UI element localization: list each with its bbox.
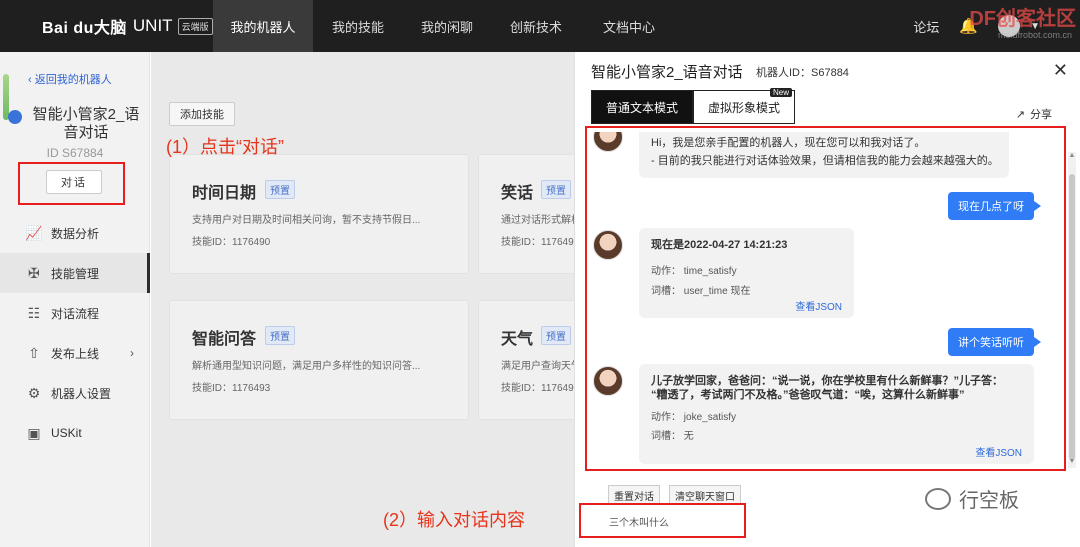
sidebar-item-analytics[interactable]: 📈 数据分析	[0, 213, 150, 253]
main-content: 添加技能 时间日期 预置 支持用户对日期及时间相关问询，暂不支持节假日... 技…	[151, 52, 588, 547]
skill-card[interactable]: 天气 预置 满足用户查询天气 技能ID：117649	[478, 300, 588, 420]
scroll-down-icon[interactable]: ▼	[1068, 458, 1076, 468]
share-icon: ↗	[1015, 108, 1025, 121]
edition-badge: 云端版	[177, 17, 213, 35]
reset-dialog-button[interactable]: 重置对话	[608, 485, 660, 505]
sidebar-item-label: USKit	[51, 426, 82, 440]
nav-my-robots[interactable]: 我的机器人	[213, 0, 313, 52]
publish-icon: ⇧	[28, 344, 40, 361]
skill-card[interactable]: 笑话 预置 通过对话形式解析 技能ID：117649	[478, 154, 588, 274]
dfrobot-watermark-url: mc.dfrobot.com.cn	[997, 30, 1072, 40]
chat-scrollbar[interactable]: ▲ ▼	[1068, 152, 1076, 468]
wechat-watermark: 行空板	[925, 484, 1019, 513]
tab-text-mode[interactable]: 普通文本模式	[591, 90, 694, 124]
clear-chat-button[interactable]: 清空聊天窗口	[669, 485, 741, 505]
scroll-up-icon[interactable]: ▲	[1068, 152, 1076, 162]
highlight-box-dialog	[18, 162, 125, 205]
back-link-label: 返回我的机器人	[34, 74, 112, 86]
nav-innovation[interactable]: 创新技术	[491, 0, 581, 52]
skill-card[interactable]: 时间日期 预置 支持用户对日期及时间相关问询，暂不支持节假日... 技能ID：1…	[169, 154, 469, 274]
sidebar-item-flow[interactable]: ☷ 对话流程	[0, 293, 150, 333]
skill-id: 技能ID：117649	[501, 237, 574, 248]
sidebar-item-label: 数据分析	[51, 226, 100, 241]
annotation-step1: (1）点击“对话”	[166, 137, 284, 157]
watermark-text: 行空板	[959, 490, 1019, 512]
top-navbar: Bai du大脑 UNIT 云端版 我的机器人 我的技能 我的闲聊 创新技术 文…	[0, 0, 1080, 52]
skill-desc: 满足用户查询天气	[501, 361, 581, 372]
tab-avatar-mode[interactable]: 虚拟形象模式 New	[693, 88, 796, 124]
preset-tag: 预置	[541, 180, 571, 199]
skill-desc: 解析通用型知识问题，满足用户多样性的知识问答...	[192, 361, 421, 372]
close-icon[interactable]: ✕	[1053, 60, 1068, 81]
share-button[interactable]: ↗ 分享	[1016, 106, 1052, 122]
scroll-thumb[interactable]	[1069, 174, 1075, 460]
skill-id: 技能ID：1176493	[192, 383, 271, 394]
sidebar-item-publish[interactable]: ⇧ 发布上线 ›	[0, 333, 150, 373]
uskit-icon: ▣	[27, 424, 41, 441]
skill-title: 笑话	[501, 185, 534, 202]
nav-docs[interactable]: 文档中心	[581, 0, 677, 52]
skills-icon: ✠	[28, 264, 40, 281]
tab-avatar-label: 虚拟形象模式	[708, 100, 781, 115]
sidebar-item-label: 发布上线	[51, 346, 100, 361]
robot-name: 智能小管家2_语音对话	[32, 106, 140, 141]
skill-desc: 支持用户对日期及时间相关问询，暂不支持节假日...	[192, 215, 421, 226]
skill-desc: 通过对话形式解析	[501, 215, 581, 226]
sidebar-item-uskit[interactable]: ▣ USKit	[0, 413, 150, 453]
add-skill-button[interactable]: 添加技能	[169, 102, 235, 126]
nav-forum[interactable]: 论坛	[913, 0, 939, 52]
skill-title: 智能问答	[192, 331, 257, 348]
robot-id: ID S67884	[46, 146, 104, 160]
annotation-step2: (2）输入对话内容	[383, 510, 526, 530]
chevron-left-icon: ‹	[28, 74, 35, 86]
skill-title: 天气	[501, 331, 534, 348]
dfrobot-watermark: DF创客社区	[969, 8, 1076, 30]
chat-actions: 重置对话 清空聊天窗口	[608, 485, 741, 505]
nav-my-skills[interactable]: 我的技能	[313, 0, 403, 52]
sidebar-item-settings[interactable]: ⚙ 机器人设置	[0, 373, 150, 413]
sidebar-item-skills[interactable]: ✠ 技能管理	[0, 253, 150, 293]
sidebar: ‹ 返回我的机器人 智能小管家2_语音对话 ID S67884 对话 📈 数据分…	[0, 52, 150, 547]
panel-robot-id: 机器人ID：S67884	[756, 67, 849, 79]
preset-tag: 预置	[265, 326, 295, 345]
skill-title: 时间日期	[192, 185, 257, 202]
skill-card[interactable]: 智能问答 预置 解析通用型知识问题，满足用户多样性的知识问答... 技能ID：1…	[169, 300, 469, 420]
chart-icon: 📈	[25, 224, 43, 241]
skill-id: 技能ID：117649	[501, 383, 574, 394]
flow-icon: ☷	[27, 304, 41, 321]
new-badge: New	[770, 88, 793, 97]
sidebar-item-label: 技能管理	[51, 266, 100, 281]
back-link[interactable]: ‹ 返回我的机器人	[28, 71, 112, 87]
sidebar-item-label: 对话流程	[51, 306, 100, 321]
robot-icon	[8, 110, 22, 124]
gear-icon: ⚙	[27, 384, 41, 401]
panel-title: 智能小管家2_语音对话	[591, 64, 743, 81]
preset-tag: 预置	[265, 180, 295, 199]
brand-text: Bai du大脑	[42, 20, 127, 37]
sidebar-item-label: 机器人设置	[51, 386, 112, 401]
chevron-right-icon: ›	[130, 346, 134, 360]
highlight-box-chat	[585, 126, 1066, 471]
nav-my-chitchat[interactable]: 我的闲聊	[403, 0, 491, 52]
wechat-icon	[925, 487, 951, 510]
mode-tabs: 普通文本模式 虚拟形象模式 New	[591, 88, 796, 124]
highlight-box-input	[579, 503, 746, 538]
unit-logo[interactable]: Bai du大脑 UNIT 云端版	[0, 0, 213, 52]
skill-id: 技能ID：1176490	[192, 237, 271, 248]
share-label: 分享	[1030, 109, 1052, 121]
side-menu: 📈 数据分析 ✠ 技能管理 ☷ 对话流程 ⇧ 发布上线 › ⚙ 机器人设置 ▣ …	[0, 213, 150, 453]
preset-tag: 预置	[541, 326, 571, 345]
unit-text: UNIT	[132, 16, 173, 35]
